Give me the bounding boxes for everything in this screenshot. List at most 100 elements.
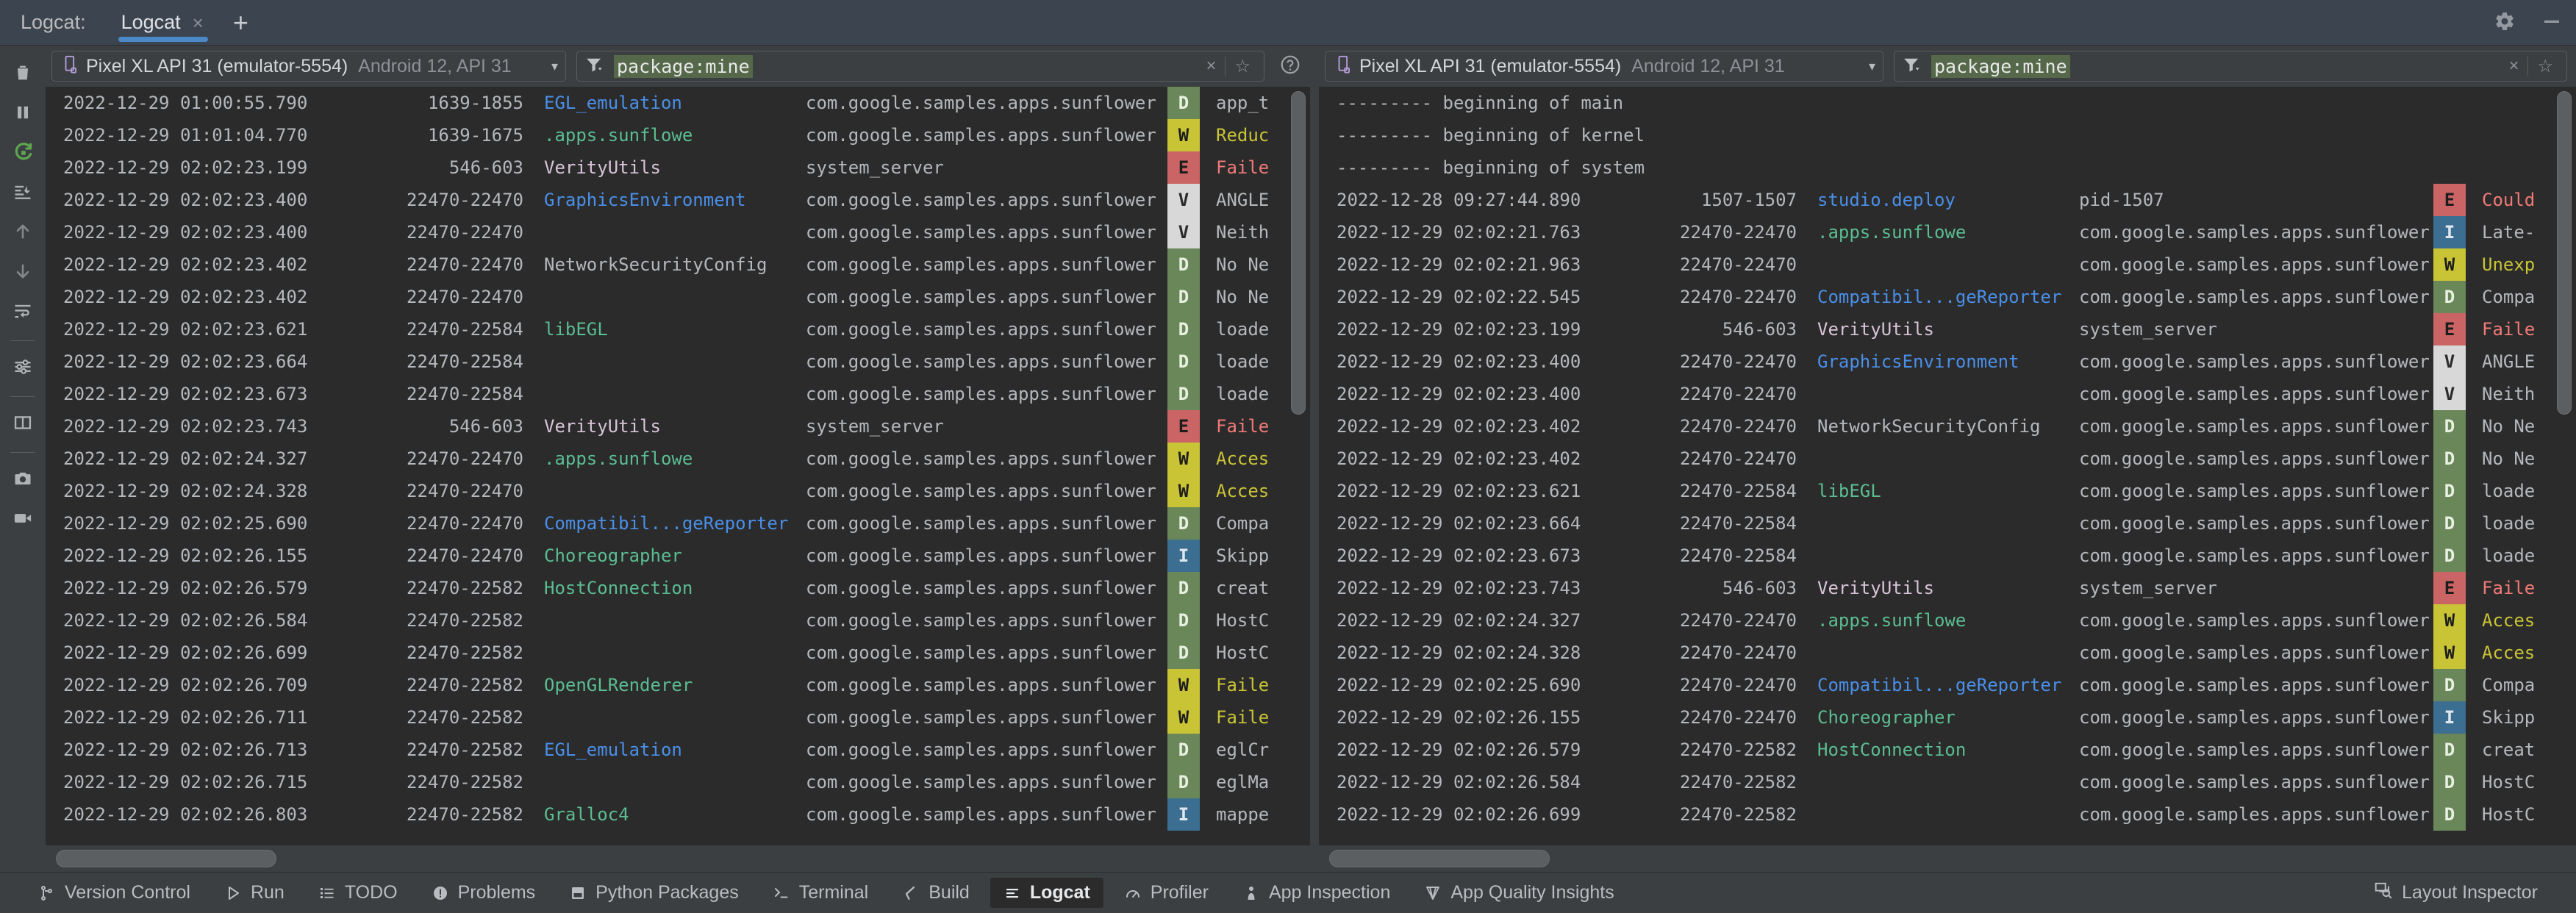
log-row[interactable]: 2022-12-29 02:02:25.690 22470-22470 Compat… (46, 507, 1310, 540)
status-item-app-inspection[interactable]: App Inspection (1229, 878, 1403, 908)
vertical-scrollbar-right[interactable] (2557, 91, 2572, 826)
screenshot-button[interactable] (6, 462, 40, 495)
status-item-version-control[interactable]: Version Control (25, 878, 204, 908)
log-row[interactable]: 2022-12-29 02:02:23.621 22470-22584 libEGL… (1319, 475, 2576, 507)
device-selector-right[interactable]: Pixel XL API 31 (emulator-5554) Android … (1325, 51, 1883, 82)
log-row[interactable]: 2022-12-29 01:00:55.790 1639-1855 EGL_emul… (46, 87, 1310, 119)
log-row[interactable]: 2022-12-29 02:02:24.327 22470-22470 .apps.… (46, 443, 1310, 475)
tab-logcat[interactable]: Logcat × (111, 0, 214, 46)
gear-icon[interactable] (2494, 10, 2516, 36)
status-item-build[interactable]: Build (889, 878, 983, 908)
log-row[interactable]: 2022-12-29 02:02:25.690 22470-22470 Compat… (1319, 669, 2576, 701)
log-row[interactable]: 2022-12-29 02:02:22.545 22470-22470 Compat… (1319, 281, 2576, 313)
vertical-scrollbar-left[interactable] (1291, 91, 1306, 826)
chevron-down-icon[interactable]: ▾ (544, 59, 558, 74)
pane-resize-handle[interactable] (1310, 46, 1319, 872)
log-row[interactable]: 2022-12-29 02:02:23.402 22470-22470 com.go… (1319, 443, 2576, 475)
scrollbar-thumb[interactable] (1329, 850, 1550, 867)
favorite-filter-icon[interactable]: ☆ (1226, 56, 1256, 77)
log-row[interactable]: 2022-12-29 02:02:26.579 22470-22582 HostCo… (1319, 734, 2576, 766)
restart-logcat-button[interactable] (6, 135, 40, 169)
log-row[interactable]: 2022-12-29 02:02:23.743 546-603 VerityUtil… (1319, 572, 2576, 604)
log-row[interactable]: 2022-12-29 02:02:24.328 22470-22470 com.go… (1319, 637, 2576, 669)
status-item-problems[interactable]: Problems (418, 878, 549, 908)
split-panel-button[interactable] (6, 406, 40, 440)
close-icon[interactable]: × (193, 13, 204, 32)
log-row[interactable]: 2022-12-29 02:02:24.327 22470-22470 .apps.… (1319, 604, 2576, 637)
log-row[interactable]: 2022-12-29 02:02:23.400 22470-22470 com.go… (1319, 378, 2576, 410)
log-row[interactable]: 2022-12-29 02:02:26.579 22470-22582 HostCo… (46, 572, 1310, 604)
filter-input-left[interactable]: package:mine × ☆ (576, 51, 1264, 82)
chevron-down-icon[interactable]: ▾ (1861, 59, 1875, 74)
scrollbar-thumb[interactable] (56, 850, 276, 867)
status-item-terminal[interactable]: Terminal (759, 878, 881, 908)
status-item-python-packages[interactable]: Python Packages (556, 878, 752, 908)
log-row[interactable]: 2022-12-29 02:02:23.402 22470-22470 Networ… (1319, 410, 2576, 443)
status-item-run[interactable]: Run (211, 878, 298, 908)
clear-filter-icon[interactable]: × (2500, 56, 2527, 76)
device-selector-left[interactable]: Pixel XL API 31 (emulator-5554) Android … (51, 51, 566, 82)
pause-button[interactable] (6, 96, 40, 129)
add-tab-button[interactable]: + (233, 9, 248, 36)
log-row[interactable]: 2022-12-29 02:02:26.584 22470-22582 com.go… (46, 604, 1310, 637)
log-row[interactable]: 2022-12-29 02:02:23.402 22470-22470 Networ… (46, 248, 1310, 281)
help-icon[interactable] (1279, 54, 1301, 79)
log-pid: 22470-22470 (407, 222, 523, 243)
log-table-left[interactable]: 2022-12-29 01:00:55.790 1639-1855 EGL_emul… (46, 87, 1310, 872)
log-row[interactable]: 2022-12-29 02:02:23.400 22470-22470 com.go… (46, 216, 1310, 248)
log-row[interactable]: --------- beginning of kernel (1319, 119, 2576, 151)
log-row[interactable]: 2022-12-29 02:02:23.621 22470-22584 libEGL… (46, 313, 1310, 345)
log-row[interactable]: 2022-12-29 02:02:26.155 22470-22470 Choreo… (1319, 701, 2576, 734)
scroll-to-end-button[interactable] (6, 175, 40, 209)
filter-icon[interactable] (586, 57, 605, 76)
minimize-icon[interactable] (2541, 10, 2563, 36)
log-row[interactable]: 2022-12-29 02:02:23.673 22470-22584 com.go… (1319, 540, 2576, 572)
next-occurrence-button[interactable] (6, 254, 40, 288)
log-row[interactable]: 2022-12-29 02:02:23.199 546-603 VerityUtil… (46, 151, 1310, 184)
filter-icon[interactable] (1903, 57, 1922, 76)
log-row[interactable]: 2022-12-29 02:02:23.673 22470-22584 com.go… (46, 378, 1310, 410)
status-item-logcat[interactable]: Logcat (990, 878, 1103, 908)
soft-wrap-button[interactable] (6, 294, 40, 328)
log-row[interactable]: 2022-12-29 02:02:26.803 22470-22582 Grallo… (46, 798, 1310, 831)
clear-logcat-button[interactable] (6, 56, 40, 90)
favorite-filter-icon[interactable]: ☆ (2528, 56, 2559, 77)
log-row[interactable]: 2022-12-29 02:02:26.155 22470-22470 Choreo… (46, 540, 1310, 572)
clear-filter-icon[interactable]: × (1197, 56, 1225, 76)
log-row[interactable]: 2022-12-29 02:02:21.963 22470-22470 com.go… (1319, 248, 2576, 281)
scrollbar-thumb[interactable] (2557, 91, 2572, 415)
log-timestamp: 2022-12-29 01:01:04.770 (63, 125, 308, 146)
log-row[interactable]: 2022-12-29 02:02:26.699 22470-22582 com.go… (46, 637, 1310, 669)
log-row[interactable]: 2022-12-29 02:02:26.715 22470-22582 com.go… (46, 766, 1310, 798)
log-table-right[interactable]: --------- beginning of main --------- beg… (1319, 87, 2576, 872)
log-row[interactable]: 2022-12-29 02:02:23.400 22470-22470 Graphi… (46, 184, 1310, 216)
log-row[interactable]: 2022-12-29 02:02:26.584 22470-22582 com.go… (1319, 766, 2576, 798)
status-item-todo[interactable]: TODO (305, 878, 411, 908)
screen-record-button[interactable] (6, 501, 40, 535)
log-row[interactable]: 2022-12-29 02:02:23.664 22470-22584 com.go… (46, 345, 1310, 378)
status-item-app-quality-insights[interactable]: App Quality Insights (1411, 878, 1627, 908)
log-row[interactable]: 2022-12-29 02:02:26.711 22470-22582 com.go… (46, 701, 1310, 734)
log-row[interactable]: 2022-12-29 02:02:23.400 22470-22470 Graphi… (1319, 345, 2576, 378)
log-row[interactable]: 2022-12-29 02:02:26.709 22470-22582 OpenGL… (46, 669, 1310, 701)
horizontal-scrollbar-left[interactable] (46, 845, 1310, 872)
log-row[interactable]: 2022-12-29 02:02:23.743 546-603 VerityUtil… (46, 410, 1310, 443)
configure-formatting-button[interactable] (6, 350, 40, 384)
log-row[interactable]: 2022-12-29 02:02:26.713 22470-22582 EGL_em… (46, 734, 1310, 766)
log-row[interactable]: --------- beginning of system (1319, 151, 2576, 184)
log-row[interactable]: 2022-12-29 02:02:23.199 546-603 VerityUtil… (1319, 313, 2576, 345)
log-row[interactable]: 2022-12-28 09:27:44.890 1507-1507 studio.d… (1319, 184, 2576, 216)
log-row[interactable]: 2022-12-29 02:02:26.699 22470-22582 com.go… (1319, 798, 2576, 831)
scrollbar-thumb[interactable] (1291, 91, 1306, 415)
log-row[interactable]: 2022-12-29 02:02:23.664 22470-22584 com.go… (1319, 507, 2576, 540)
log-row[interactable]: 2022-12-29 01:01:04.770 1639-1675 .apps.su… (46, 119, 1310, 151)
log-row[interactable]: 2022-12-29 02:02:21.763 22470-22470 .apps.… (1319, 216, 2576, 248)
filter-input-right[interactable]: package:mine × ☆ (1894, 51, 2567, 82)
status-item-layout-inspector[interactable]: Layout Inspector (2361, 876, 2551, 909)
horizontal-scrollbar-right[interactable] (1319, 845, 2576, 872)
log-row[interactable]: 2022-12-29 02:02:23.402 22470-22470 com.go… (46, 281, 1310, 313)
previous-occurrence-button[interactable] (6, 215, 40, 248)
log-row[interactable]: 2022-12-29 02:02:24.328 22470-22470 com.go… (46, 475, 1310, 507)
log-row[interactable]: --------- beginning of main (1319, 87, 2576, 119)
status-item-profiler[interactable]: Profiler (1111, 878, 1222, 908)
